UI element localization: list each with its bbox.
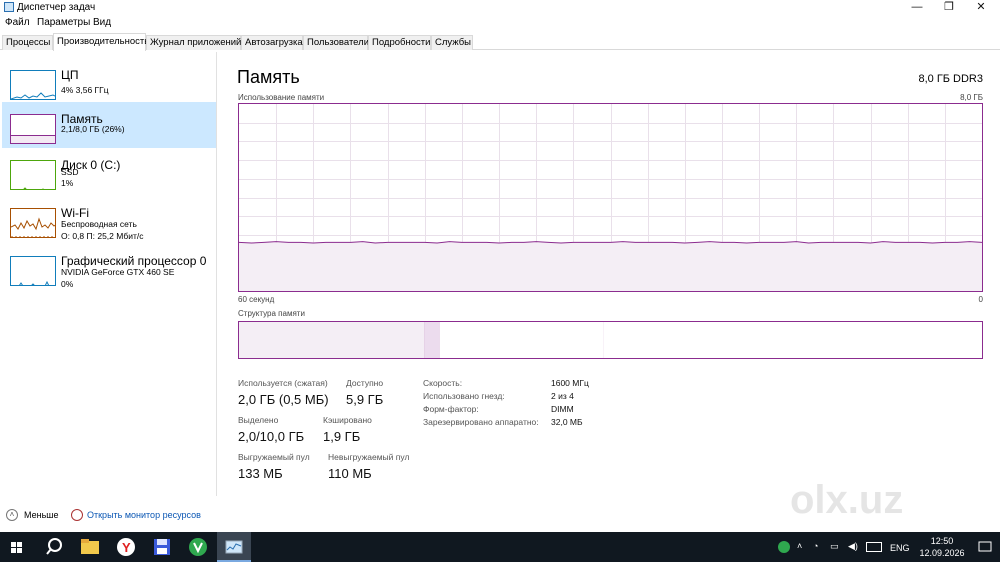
sidebar-item-memory[interactable]: Память 2,1/8,0 ГБ (26%) (2, 102, 216, 148)
available-label: Доступно (346, 378, 384, 388)
tab-app-history[interactable]: Журнал приложений (146, 35, 241, 50)
watermark: olx.uz (790, 478, 990, 538)
committed-label: Выделено (238, 415, 279, 425)
graph-time-right: 0 (978, 295, 983, 304)
menu-options[interactable]: Параметры (37, 17, 90, 28)
prop-slots-label: Использовано гнезд: (423, 391, 505, 401)
sidebar-item-detail: Беспроводная сеть (61, 219, 137, 229)
file-explorer-icon[interactable] (73, 532, 107, 562)
cached-label: Кэшировано (323, 415, 372, 425)
graph-time-left: 60 секунд (238, 295, 275, 304)
available-value: 5,9 ГБ (346, 392, 384, 407)
prop-speed-value: 1600 МГц (551, 378, 589, 388)
tab-startup[interactable]: Автозагрузка (241, 35, 303, 50)
menu-bar (0, 16, 1000, 31)
resource-sidebar: ЦП 4% 3,56 ГГц Память 2,1/8,0 ГБ (26%) Д… (0, 52, 217, 496)
torrent-icon[interactable] (181, 532, 215, 562)
cached-value: 1,9 ГБ (323, 429, 361, 444)
memory-graph-icon (10, 114, 56, 144)
sidebar-item-detail: 0% (61, 279, 74, 289)
paged-pool-label: Выгружаемый пул (238, 452, 310, 462)
open-resource-monitor-link[interactable]: Открыть монитор ресурсов (87, 510, 201, 520)
fewer-details-button[interactable]: Меньше (24, 510, 59, 520)
start-button[interactable] (0, 532, 34, 562)
language-indicator[interactable]: ENG (890, 543, 910, 553)
committed-value: 2,0/10,0 ГБ (238, 429, 305, 444)
search-icon[interactable] (37, 532, 71, 562)
prop-speed-label: Скорость: (423, 378, 463, 388)
network-tray-icon[interactable]: ◔ (813, 541, 818, 551)
composition-segment-in-use (239, 322, 425, 358)
sidebar-item-gpu[interactable]: Графический процессор 0 NVIDIA GeForce G… (2, 244, 216, 290)
sidebar-item-cpu[interactable]: ЦП 4% 3,56 ГГц (2, 58, 216, 104)
sidebar-item-disk[interactable]: Диск 0 (C:) SSD 1% (2, 148, 216, 194)
tab-performance[interactable]: Производительность (53, 33, 149, 51)
volume-icon[interactable]: ◀) (848, 541, 858, 552)
save-disk-icon[interactable] (145, 532, 179, 562)
menu-view[interactable]: Вид (93, 17, 111, 28)
tab-users[interactable]: Пользователи (303, 35, 369, 50)
chevron-up-tray-icon[interactable]: ˄ (797, 541, 802, 551)
svg-text:Y: Y (122, 540, 131, 555)
in-use-label: Используется (сжатая) (238, 378, 328, 388)
sidebar-item-label: Wi-Fi (61, 206, 89, 220)
title-bar (0, 0, 1000, 16)
composition-segment-modified (424, 322, 440, 358)
memory-spec: 8,0 ГБ DDR3 (918, 73, 983, 85)
sidebar-item-detail: SSD (61, 167, 79, 177)
torrent-tray-icon[interactable] (778, 541, 790, 553)
nonpaged-pool-value: 110 МБ (328, 466, 372, 481)
tab-services[interactable]: Службы (431, 35, 473, 50)
gpu-graph-icon (10, 256, 56, 286)
prop-reserved-value: 32,0 МБ (551, 417, 583, 427)
sidebar-item-detail: 1% (61, 178, 74, 188)
prop-form-factor-label: Форм-фактор: (423, 404, 479, 414)
memory-composition-bar (238, 321, 983, 359)
memory-composition-chart (239, 322, 982, 358)
task-manager-icon (4, 2, 14, 12)
clock-date[interactable]: 12.09.2026 (914, 548, 970, 558)
sidebar-item-detail: 4% 3,56 ГГц (61, 85, 109, 95)
nonpaged-pool-label: Невыгружаемый пул (328, 452, 410, 462)
graph-max-label: 8,0 ГБ (960, 93, 983, 102)
graph-label: Использование памяти (238, 93, 325, 102)
sidebar-item-detail: 2,1/8,0 ГБ (26%) (61, 124, 125, 134)
maximize-button[interactable]: ❐ (934, 0, 964, 16)
yandex-browser-icon[interactable]: Y (109, 532, 143, 562)
cpu-graph-icon (10, 70, 56, 100)
keyboard-icon[interactable] (866, 542, 882, 552)
sidebar-item-label: Графический процессор 0 (61, 254, 207, 268)
sidebar-item-detail: О: 0,8 П: 25,2 Мбит/с (61, 231, 144, 241)
usage-area (239, 242, 982, 291)
sidebar-item-wifi[interactable]: Wi-Fi Беспроводная сеть О: 0,8 П: 25,2 М… (2, 196, 216, 242)
minimize-button[interactable]: — (902, 0, 932, 16)
notifications-icon[interactable] (978, 540, 992, 554)
composition-segment-standby (439, 322, 604, 358)
window-title: Диспетчер задач (17, 2, 96, 13)
menu-file[interactable]: Файл (5, 17, 30, 28)
chevron-up-icon[interactable]: ˄ (6, 509, 18, 521)
memory-usage-chart (239, 104, 982, 291)
close-button[interactable]: ✕ (966, 0, 996, 16)
tab-details[interactable]: Подробности (368, 35, 431, 50)
disk-graph-icon (10, 160, 56, 190)
in-use-value: 2,0 ГБ (0,5 МБ) (238, 392, 329, 407)
task-manager-taskbar-icon[interactable] (217, 532, 251, 562)
wifi-graph-icon (10, 208, 56, 238)
sidebar-item-detail: NVIDIA GeForce GTX 460 SE (61, 267, 175, 277)
composition-segment-free (603, 322, 982, 358)
memory-usage-graph (238, 103, 983, 292)
paged-pool-value: 133 МБ (238, 466, 283, 481)
composition-label: Структура памяти (238, 309, 305, 318)
prop-reserved-label: Зарезервировано аппаратно: (423, 417, 539, 427)
clock-time[interactable]: 12:50 (922, 536, 962, 546)
page-title: Память (237, 67, 300, 87)
prop-slots-value: 2 из 4 (551, 391, 574, 401)
tab-processes[interactable]: Процессы (2, 35, 53, 50)
battery-tray-icon[interactable]: ▭ (830, 541, 839, 552)
resource-monitor-icon (71, 509, 83, 521)
watermark-text: olx.uz (790, 478, 904, 522)
sidebar-item-label: ЦП (61, 68, 79, 82)
prop-form-factor-value: DIMM (551, 404, 574, 414)
